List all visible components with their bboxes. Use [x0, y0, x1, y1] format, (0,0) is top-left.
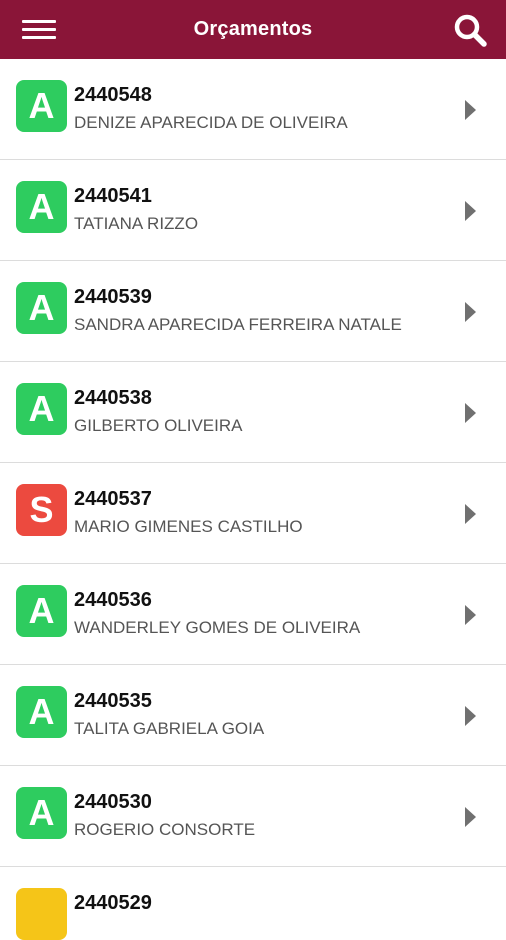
status-badge: A — [16, 686, 67, 738]
status-badge: A — [16, 787, 67, 839]
budget-list: A 2440548 DENIZE APARECIDA DE OLIVEIRA A… — [0, 59, 506, 940]
list-item[interactable]: A 2440541 TATIANA RIZZO — [0, 160, 506, 261]
menu-line — [22, 20, 56, 23]
budget-number: 2440541 — [74, 185, 152, 207]
menu-line — [22, 28, 56, 31]
client-name: DENIZE APARECIDA DE OLIVEIRA — [74, 113, 348, 132]
budget-number: 2440538 — [74, 387, 152, 409]
chevron-right-icon — [465, 201, 476, 221]
list-item[interactable]: A 2440539 SANDRA APARECIDA FERREIRA NATA… — [0, 261, 506, 362]
list-item[interactable]: A 2440538 GILBERTO OLIVEIRA — [0, 362, 506, 463]
status-badge: S — [16, 484, 67, 536]
status-badge: A — [16, 282, 67, 334]
list-item[interactable]: A 2440536 WANDERLEY GOMES DE OLIVEIRA — [0, 564, 506, 665]
search-icon[interactable] — [452, 12, 488, 48]
chevron-right-icon — [465, 100, 476, 120]
chevron-right-icon — [465, 605, 476, 625]
budget-number: 2440529 — [74, 892, 152, 914]
budget-number: 2440530 — [74, 791, 152, 813]
client-name: TATIANA RIZZO — [74, 214, 199, 233]
status-badge: A — [16, 181, 67, 233]
budget-number: 2440539 — [74, 286, 152, 308]
list-item[interactable]: 2440529 — [0, 867, 506, 940]
chevron-right-icon — [465, 807, 476, 827]
list-item[interactable]: S 2440537 MARIO GIMENES CASTILHO — [0, 463, 506, 564]
chevron-right-icon — [465, 504, 476, 524]
list-item[interactable]: A 2440530 ROGERIO CONSORTE — [0, 766, 506, 867]
client-name: WANDERLEY GOMES DE OLIVEIRA — [74, 618, 361, 637]
status-badge — [16, 888, 67, 940]
hamburger-menu-icon[interactable] — [22, 18, 56, 42]
budget-number: 2440536 — [74, 589, 152, 611]
list-item[interactable]: A 2440548 DENIZE APARECIDA DE OLIVEIRA — [0, 59, 506, 160]
status-badge: A — [16, 585, 67, 637]
client-name: TALITA GABRIELA GOIA — [74, 719, 265, 738]
page-title: Orçamentos — [193, 18, 313, 40]
client-name: GILBERTO OLIVEIRA — [74, 416, 243, 435]
client-name: ROGERIO CONSORTE — [74, 820, 256, 839]
menu-line — [22, 36, 56, 39]
chevron-right-icon — [465, 706, 476, 726]
chevron-right-icon — [465, 403, 476, 423]
budget-number: 2440535 — [74, 690, 152, 712]
app-bar: Orçamentos — [0, 0, 506, 59]
status-badge: A — [16, 80, 67, 132]
list-item[interactable]: A 2440535 TALITA GABRIELA GOIA — [0, 665, 506, 766]
client-name: SANDRA APARECIDA FERREIRA NATALE — [74, 315, 402, 334]
status-badge: A — [16, 383, 67, 435]
budget-number: 2440548 — [74, 84, 152, 106]
budget-number: 2440537 — [74, 488, 152, 510]
chevron-right-icon — [465, 302, 476, 322]
client-name: MARIO GIMENES CASTILHO — [74, 517, 303, 536]
